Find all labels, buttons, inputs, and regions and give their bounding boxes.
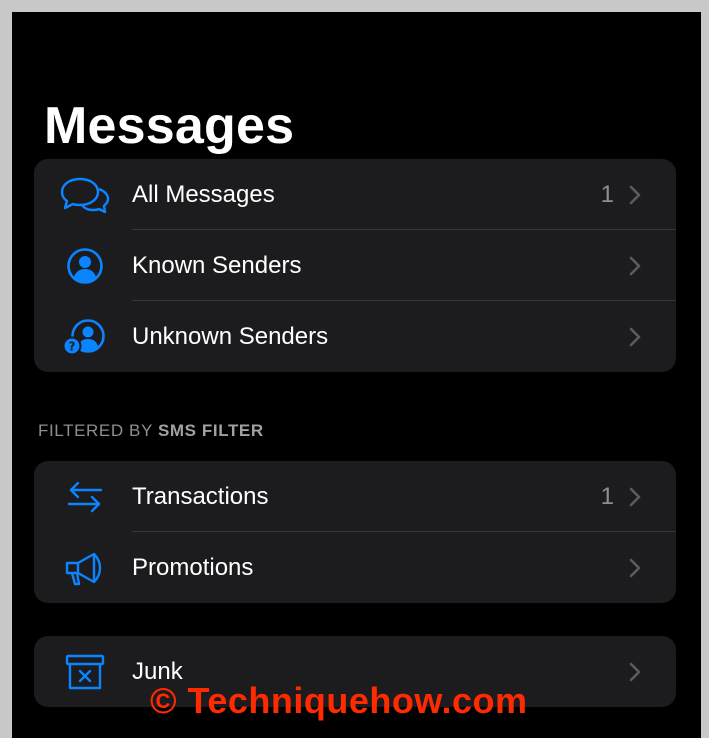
row-label: Promotions xyxy=(132,553,254,581)
person-question-icon: ? xyxy=(60,315,110,359)
unread-count: 1 xyxy=(600,180,614,208)
chevron-right-icon xyxy=(628,326,642,348)
row-label: Unknown Senders xyxy=(132,322,329,350)
row-unknown-senders[interactable]: ? Unknown Senders xyxy=(34,301,676,372)
section-header-emphasis: SMS FILTER xyxy=(157,421,264,440)
row-all-messages[interactable]: All Messages 1 xyxy=(34,159,676,230)
row-label: All Messages xyxy=(132,180,275,208)
filter-group-main: All Messages 1 Known Senders ? Unknown S… xyxy=(34,159,676,372)
chevron-right-icon xyxy=(628,557,642,579)
junk-bin-icon xyxy=(60,650,110,694)
chevron-right-icon xyxy=(628,184,642,206)
watermark: © Techniquehow.com xyxy=(150,680,528,721)
section-header-filter: FILTERED BY SMS FILTER xyxy=(38,421,264,441)
chevron-right-icon xyxy=(628,486,642,508)
row-known-senders[interactable]: Known Senders xyxy=(34,230,676,301)
chat-bubbles-icon xyxy=(60,173,110,217)
person-circle-icon xyxy=(60,244,110,288)
filter-group-sms: Transactions 1 Promotions xyxy=(34,461,676,603)
row-label: Transactions xyxy=(132,482,269,510)
chevron-right-icon xyxy=(628,255,642,277)
megaphone-icon xyxy=(60,546,110,590)
svg-text:?: ? xyxy=(69,339,76,353)
row-promotions[interactable]: Promotions xyxy=(34,532,676,603)
row-transactions[interactable]: Transactions 1 xyxy=(34,461,676,532)
page-title: Messages xyxy=(44,97,295,155)
row-label: Known Senders xyxy=(132,251,302,279)
arrows-exchange-icon xyxy=(60,475,110,519)
messages-screen: Messages All Messages 1 Known Senders ? … xyxy=(12,12,701,738)
section-header-prefix: FILTERED BY xyxy=(38,421,153,440)
chevron-right-icon xyxy=(628,661,642,683)
unread-count: 1 xyxy=(600,482,614,510)
